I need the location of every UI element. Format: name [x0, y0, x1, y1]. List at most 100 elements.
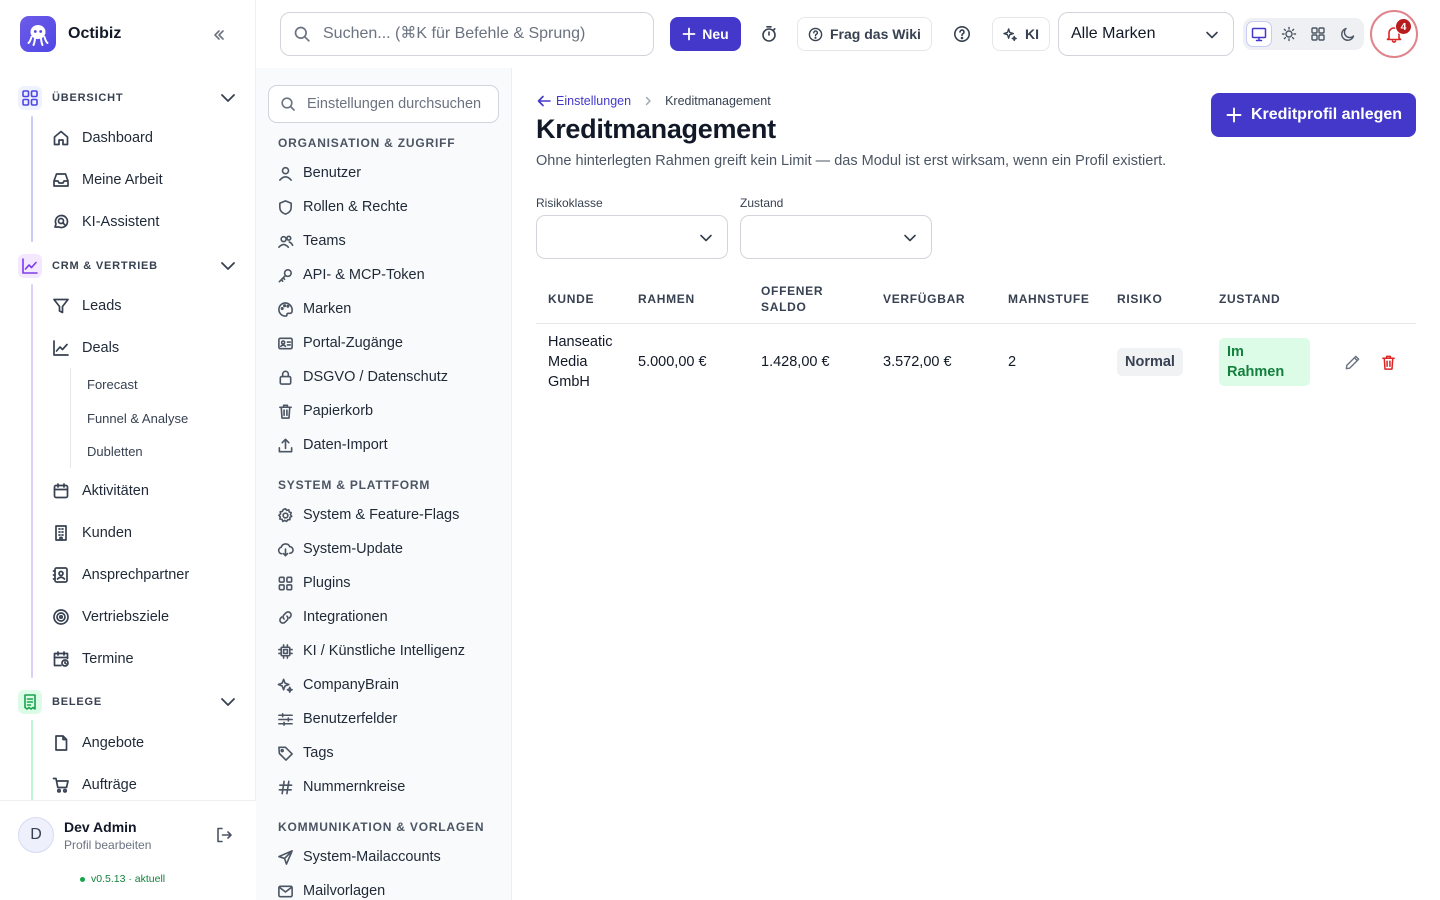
column-header-offener-saldo[interactable]: OFFENER SALDO [761, 283, 841, 315]
ai-button[interactable]: KI [992, 17, 1050, 51]
sidebar-item-angebote[interactable]: Angebote [52, 726, 242, 760]
sidebar-subitem-forecast[interactable]: Forecast [87, 377, 138, 392]
breadcrumb-current: Kreditmanagement [665, 94, 771, 108]
settings-item-label: Integrationen [303, 609, 388, 625]
settings-item-api-token[interactable]: API- & MCP-Token [277, 260, 502, 290]
ask-wiki-button[interactable]: Frag das Wiki [797, 17, 932, 51]
sidebar-item-aktivitaeten[interactable]: Aktivitäten [52, 474, 242, 508]
upload-icon [278, 438, 293, 452]
trash-icon [279, 404, 292, 419]
theme-dark-button[interactable] [1335, 21, 1361, 47]
settings-item-benutzerfelder[interactable]: Benutzerfelder [277, 704, 502, 734]
settings-item-benutzer[interactable]: Benutzer [277, 158, 502, 188]
status-dot-icon [80, 876, 85, 882]
settings-item-nummernkreise[interactable]: Nummernkreise [277, 772, 502, 802]
sidebar-section-crm[interactable]: CRM & VERTRIEB [18, 252, 240, 280]
settings-item-portal-zugaenge[interactable]: Portal-Zugänge [277, 328, 502, 358]
help-circle-icon [808, 27, 823, 41]
chevron-down-icon [1206, 31, 1218, 39]
settings-item-marken[interactable]: Marken [277, 294, 502, 324]
sidebar-item-label: Deals [82, 340, 120, 356]
brand-select-value: Alle Marken [1071, 25, 1156, 42]
user-name[interactable]: Dev Admin [64, 819, 137, 835]
column-header-rahmen[interactable]: RAHMEN [638, 291, 695, 307]
column-header-mahnstufe[interactable]: MAHNSTUFE [1008, 291, 1090, 307]
settings-item-companybrain[interactable]: CompanyBrain [277, 670, 502, 700]
new-button[interactable]: Neu [670, 17, 741, 51]
filter-label-zustand: Zustand [740, 196, 784, 210]
create-credit-profile-button[interactable]: Kreditprofil anlegen [1211, 93, 1416, 137]
section-rail [31, 720, 33, 800]
collapse-sidebar-button[interactable] [208, 24, 230, 46]
brand-select[interactable]: Alle Marken [1058, 12, 1234, 56]
column-header-kunde[interactable]: KUNDE [548, 291, 594, 307]
global-search-input[interactable] [323, 25, 633, 43]
settings-item-rollen-rechte[interactable]: Rollen & Rechte [277, 192, 502, 222]
filter-select-risikoklasse[interactable] [536, 215, 728, 259]
theme-system-button[interactable] [1246, 21, 1272, 47]
settings-group-title: SYSTEM & PLATTFORM [278, 478, 431, 492]
theme-layout-button[interactable] [1306, 21, 1332, 47]
sidebar-item-label: Angebote [82, 735, 145, 751]
main-content: Einstellungen Kreditmanagement Kreditman… [512, 68, 1440, 900]
settings-item-daten-import[interactable]: Daten-Import [277, 430, 502, 460]
document-icon [55, 735, 68, 751]
users-icon [278, 235, 294, 248]
avatar[interactable]: D [18, 817, 54, 853]
sidebar-item-leads[interactable]: Leads [52, 289, 242, 323]
cell-kunde[interactable]: Hanseatic Media GmbH [548, 332, 628, 392]
settings-search[interactable] [268, 85, 499, 123]
sidebar-item-deals[interactable]: Deals [52, 331, 242, 365]
sidebar-subitem-funnel-analyse[interactable]: Funnel & Analyse [87, 411, 188, 426]
chevron-down-icon [221, 262, 235, 270]
theme-light-button[interactable] [1276, 21, 1302, 47]
edit-profile-link[interactable]: Profil bearbeiten [64, 838, 151, 852]
logout-button[interactable] [214, 825, 234, 845]
sidebar-section-uebersicht[interactable]: ÜBERSICHT [18, 84, 240, 112]
settings-item-system-update[interactable]: System-Update [277, 534, 502, 564]
global-search[interactable] [280, 12, 654, 56]
search-icon [281, 97, 295, 111]
sidebar-item-auftraege[interactable]: Aufträge [52, 768, 242, 802]
chevron-down-icon [904, 234, 916, 242]
settings-item-system-feature-flags[interactable]: System & Feature-Flags [277, 500, 502, 530]
sidebar-item-termine[interactable]: Termine [52, 642, 242, 676]
sidebar-item-kunden[interactable]: Kunden [52, 516, 242, 550]
delete-button[interactable] [1378, 352, 1398, 372]
sidebar-subitem-dubletten[interactable]: Dubletten [87, 444, 143, 459]
settings-item-system-mailaccounts[interactable]: System-Mailaccounts [277, 842, 502, 872]
create-credit-profile-label: Kreditprofil anlegen [1250, 106, 1403, 123]
settings-item-integrationen[interactable]: Integrationen [277, 602, 502, 632]
sidebar-item-label: Aufträge [82, 777, 137, 793]
settings-item-papierkorb[interactable]: Papierkorb [277, 396, 502, 426]
edit-button[interactable] [1342, 352, 1362, 372]
sidebar-item-vertriebsziele[interactable]: Vertriebsziele [52, 600, 242, 634]
sidebar-item-meine-arbeit[interactable]: Meine Arbeit [52, 163, 242, 197]
sidebar-item-ansprechpartner[interactable]: Ansprechpartner [52, 558, 242, 592]
filter-select-zustand[interactable] [740, 215, 932, 259]
settings-item-ki[interactable]: KI / Künstliche Intelligenz [277, 636, 502, 666]
sidebar-item-dashboard[interactable]: Dashboard [52, 121, 242, 155]
settings-item-dsgvo[interactable]: DSGVO / Datenschutz [277, 362, 502, 392]
help-button[interactable] [950, 22, 974, 46]
table-header-divider [536, 323, 1416, 324]
cell-offener-saldo: 1.428,00 € [761, 354, 830, 370]
settings-item-tags[interactable]: Tags [277, 738, 502, 768]
column-header-verfuegbar[interactable]: VERFÜGBAR [883, 291, 965, 307]
inbox-icon [53, 173, 69, 187]
settings-item-teams[interactable]: Teams [277, 226, 502, 256]
chevron-down-icon [700, 234, 712, 242]
trend-icon [53, 340, 69, 356]
column-header-zustand[interactable]: ZUSTAND [1219, 291, 1280, 307]
settings-search-input[interactable] [307, 96, 492, 112]
timer-button[interactable] [757, 22, 781, 46]
settings-item-mailvorlagen[interactable]: Mailvorlagen [277, 876, 502, 900]
column-header-risiko[interactable]: RISIKO [1117, 291, 1163, 307]
notifications-button[interactable]: 4 [1370, 10, 1418, 58]
breadcrumb-back-link[interactable]: Einstellungen [536, 93, 631, 109]
sidebar-section-belege[interactable]: BELEGE [18, 688, 240, 716]
sidebar-item-ki-assistent[interactable]: KI-Assistent [52, 205, 242, 239]
settings-item-plugins[interactable]: Plugins [277, 568, 502, 598]
brand[interactable]: Octibiz [20, 16, 121, 52]
filter-label-risikoklasse: Risikoklasse [536, 196, 603, 210]
